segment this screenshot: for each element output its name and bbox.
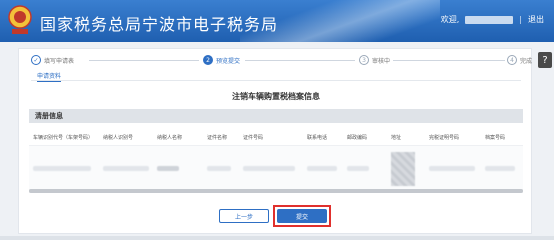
submit-highlight-box [273, 205, 331, 227]
help-button[interactable]: ? [538, 52, 552, 68]
main-card: ✓ 填写申请表 2 预览提交 3 审核中 4 完成 申请资料 注销车辆购置税档案… [18, 48, 532, 234]
inventory-table: 车辆识别代号（车架号码） 纳税人识别号 纳税人名称 证件名称 证件号码 联系电话… [29, 129, 523, 191]
previous-step-button[interactable]: 上一步 [219, 209, 269, 223]
step-preview-submit: 2 预览提交 [203, 55, 240, 65]
col-vin: 车辆识别代号（车架号码） [33, 135, 94, 141]
step-connector [245, 60, 355, 61]
redacted-address [391, 152, 415, 186]
col-taxpayer-id: 纳税人识别号 [103, 135, 134, 141]
step-label: 填写申请表 [44, 57, 75, 65]
redacted-cell [485, 166, 515, 171]
col-tax-cert-number: 完税证明号码 [429, 135, 460, 141]
masked-username [465, 15, 514, 24]
redacted-cell [307, 166, 337, 171]
col-archive-number: 档案号码 [485, 135, 506, 141]
table-row[interactable] [29, 145, 523, 191]
user-area: 欢迎, | 退出 [441, 14, 544, 25]
redacted-cell [33, 166, 91, 171]
section-header: 清册信息 [29, 109, 523, 123]
top-header: 国家税务总局宁波市电子税务局 欢迎, | 退出 [0, 0, 554, 42]
tab-application-materials[interactable]: 申请资料 [37, 71, 62, 82]
step-label: 完成 [520, 57, 533, 65]
bottom-strip [0, 236, 554, 240]
col-postcode: 邮政编码 [347, 135, 368, 141]
redacted-cell [207, 166, 231, 171]
step-label: 预览提交 [216, 57, 241, 65]
col-address: 地址 [391, 135, 402, 141]
redacted-cell [243, 166, 295, 171]
step-connector [393, 60, 505, 61]
step-number: 3 [359, 55, 369, 65]
progress-stepper: ✓ 填写申请表 2 预览提交 3 审核中 4 完成 [31, 55, 532, 69]
col-phone: 联系电话 [307, 135, 328, 141]
col-id-type: 证件名称 [207, 135, 228, 141]
redacted-cell [103, 166, 149, 171]
step-number: 4 [507, 55, 517, 65]
step-fill-form: ✓ 填写申请表 [31, 55, 74, 65]
welcome-text: 欢迎, [440, 15, 460, 24]
step-label: 审核中 [372, 57, 391, 65]
check-icon: ✓ [31, 55, 41, 65]
table-horizontal-scrollbar[interactable] [29, 189, 523, 193]
step-connector [89, 60, 199, 61]
step-complete: 4 完成 [507, 55, 532, 65]
col-id-number: 证件号码 [243, 135, 264, 141]
question-icon: ? [542, 54, 548, 66]
step-number: 2 [203, 55, 213, 65]
redacted-cell [347, 166, 369, 171]
page-title: 注销车辆购置税档案信息 [232, 92, 320, 101]
col-taxpayer-name: 纳税人名称 [157, 135, 183, 141]
tax-emblem-icon [8, 5, 32, 34]
table-header: 车辆识别代号（车架号码） 纳税人识别号 纳税人名称 证件名称 证件号码 联系电话… [29, 129, 523, 145]
subtab-bar: 申请资料 [31, 71, 521, 82]
site-title: 国家税务总局宁波市电子税务局 [40, 15, 279, 34]
redacted-cell [157, 166, 179, 171]
separator: | [519, 15, 522, 24]
logout-link[interactable]: 退出 [528, 14, 544, 25]
scrollbar-thumb[interactable] [29, 189, 523, 193]
redacted-cell [429, 166, 475, 171]
step-under-review: 3 审核中 [359, 55, 390, 65]
